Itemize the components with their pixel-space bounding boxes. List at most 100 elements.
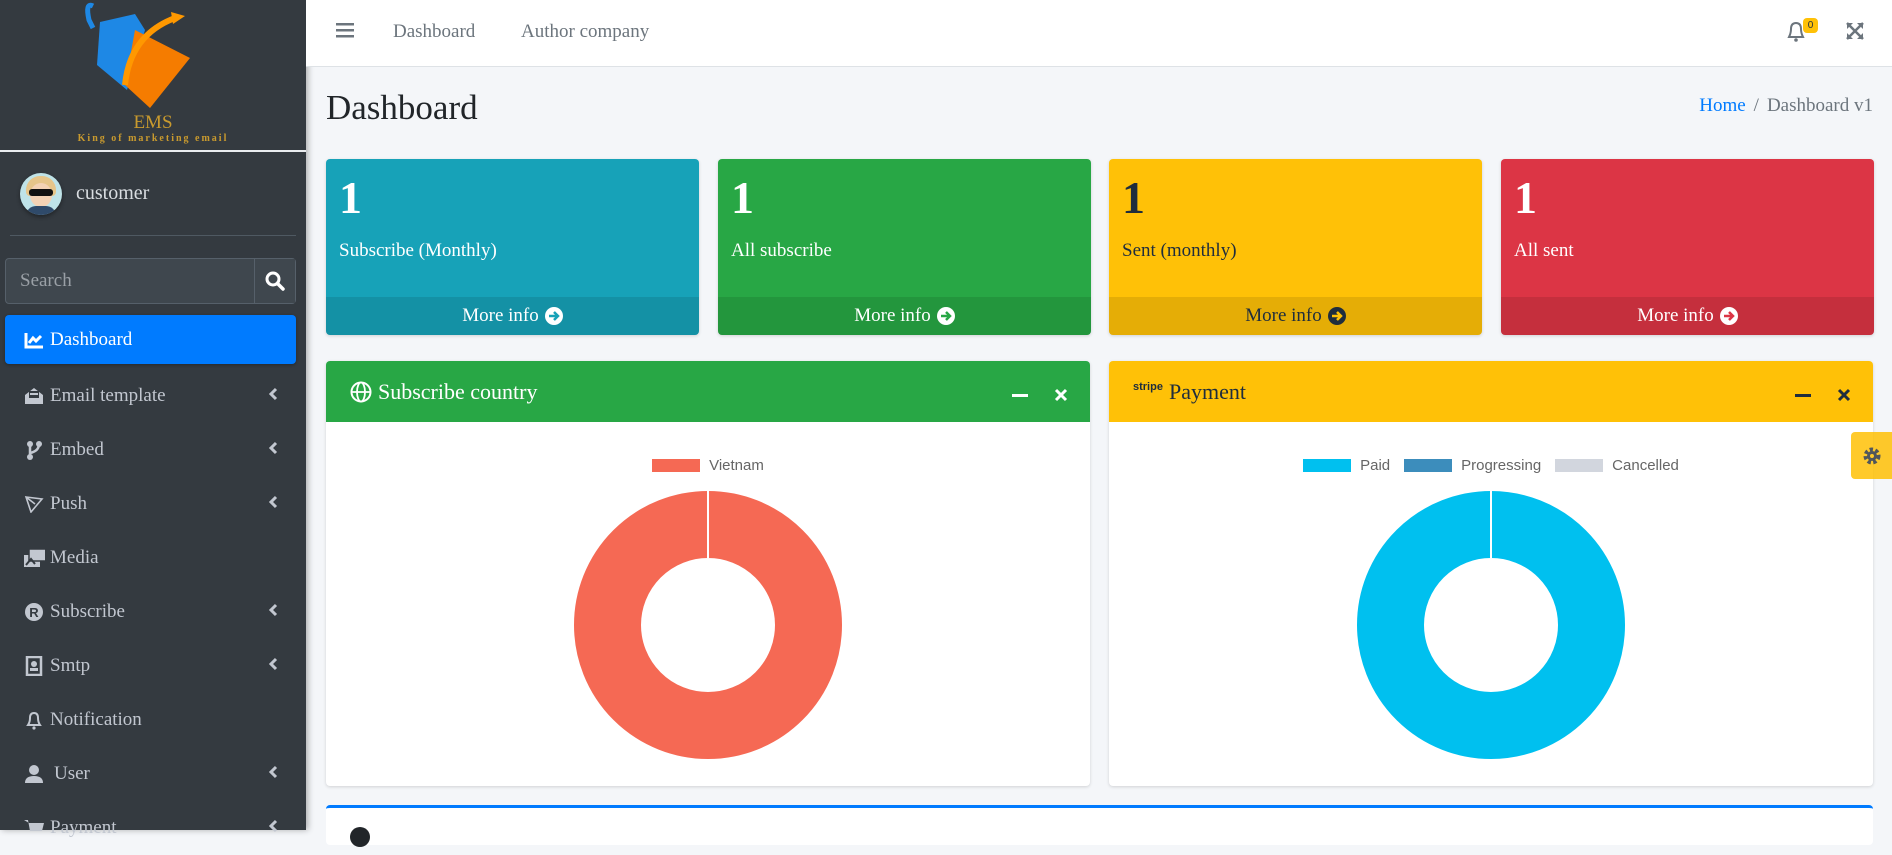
- card-header: Subscribe country: [326, 361, 1090, 422]
- sidebar-item-payment[interactable]: Payment: [5, 801, 296, 855]
- sidebar-item-embed[interactable]: Embed: [5, 423, 296, 477]
- breadcrumb: Home / Dashboard v1: [1699, 95, 1873, 117]
- legend-swatch: [1303, 459, 1352, 472]
- legend-item[interactable]: Cancelled: [1555, 457, 1679, 474]
- close-icon[interactable]: [1054, 383, 1068, 409]
- code-branch-icon: [23, 440, 45, 460]
- breadcrumb-separator: /: [1753, 95, 1759, 116]
- arrow-circle-right-icon: [936, 307, 955, 325]
- more-info-link[interactable]: More info: [718, 297, 1091, 335]
- sidebar-nav: Dashboard Email template Embed Push Medi…: [5, 315, 296, 855]
- chevron-left-icon: [268, 763, 278, 785]
- collapse-icon[interactable]: [1012, 383, 1028, 409]
- sidebar-item-label: Smtp: [50, 655, 91, 676]
- envelope-open-icon: [23, 386, 45, 406]
- sidebar: EMS King of marketing email customer Das…: [0, 0, 306, 838]
- stat-label: All subscribe: [731, 240, 832, 261]
- stat-label: Sent (monthly): [1122, 240, 1237, 261]
- sidebar-item-user[interactable]: User: [5, 747, 296, 801]
- chevron-left-icon: [268, 439, 278, 461]
- sidebar-item-email-template[interactable]: Email template: [5, 369, 296, 423]
- nav-link-dashboard[interactable]: Dashboard: [393, 21, 475, 43]
- registered-icon: R: [23, 602, 45, 622]
- search-icon: [265, 271, 285, 291]
- legend-label: Paid: [1360, 457, 1391, 474]
- stat-label: Subscribe (Monthly): [339, 240, 497, 261]
- stat-value: 1: [339, 172, 362, 223]
- chevron-left-icon: [268, 601, 278, 623]
- sidebar-item-subscribe[interactable]: R Subscribe: [5, 585, 296, 639]
- card-header: stripe Payment: [1109, 361, 1873, 422]
- legend-item[interactable]: Paid: [1303, 457, 1390, 474]
- card-title: Payment: [1168, 378, 1246, 404]
- payment-card: stripe Payment Paid Progressing Cancelled: [1109, 361, 1873, 786]
- notification-badge: 0: [1803, 18, 1818, 33]
- legend-swatch: [1404, 459, 1453, 472]
- user-panel[interactable]: customer: [10, 152, 296, 236]
- logo-icon: [85, 2, 190, 108]
- sidebar-item-notification[interactable]: Notification: [5, 693, 296, 747]
- sidebar-item-label: Embed: [50, 439, 104, 460]
- avatar: [20, 172, 62, 215]
- payment-donut-chart: [1357, 491, 1625, 759]
- more-info-link[interactable]: More info: [1109, 297, 1482, 335]
- nav-link-author-company[interactable]: Author company: [521, 21, 649, 43]
- stat-box-all-sent: 1 All sent More info: [1501, 159, 1874, 335]
- sidebar-item-push[interactable]: Push: [5, 477, 296, 531]
- search-input[interactable]: [6, 259, 254, 303]
- sidebar-item-label: Notification: [50, 709, 142, 730]
- sidebar-item-label: User: [54, 763, 90, 784]
- sidebar-item-media[interactable]: Media: [5, 531, 296, 585]
- more-info-label: More info: [462, 305, 539, 326]
- legend-label: Cancelled: [1612, 457, 1679, 474]
- stat-value: 1: [1514, 172, 1537, 223]
- brand-tagline: King of marketing email: [77, 133, 229, 144]
- chart-legend: Vietnam: [326, 457, 1090, 474]
- subscribe-country-card: Subscribe country Vietnam: [326, 361, 1090, 786]
- chart-legend: Paid Progressing Cancelled: [1109, 457, 1873, 474]
- sidebar-item-label: Email template: [50, 385, 166, 406]
- sidebar-item-dashboard[interactable]: Dashboard: [5, 315, 296, 364]
- pie-chart-icon: [350, 827, 370, 847]
- collapse-icon[interactable]: [1795, 383, 1811, 409]
- country-donut-chart: [574, 491, 842, 759]
- brand-name: EMS: [133, 112, 173, 133]
- legend-item[interactable]: Vietnam: [652, 457, 764, 474]
- more-info-label: More info: [1245, 305, 1322, 326]
- stat-box-all-subscribe: 1 All subscribe More info: [718, 159, 1091, 335]
- bottom-card: [326, 805, 1873, 847]
- user-icon: [23, 764, 45, 784]
- top-navbar: Dashboard Author company 0: [306, 0, 1892, 67]
- close-icon[interactable]: [1837, 383, 1851, 409]
- arrow-circle-right-icon: [1327, 307, 1346, 325]
- search-button[interactable]: [254, 259, 295, 303]
- chevron-left-icon: [268, 385, 278, 407]
- more-info-label: More info: [854, 305, 931, 326]
- stat-value: 1: [731, 172, 754, 223]
- more-info-link[interactable]: More info: [326, 297, 699, 335]
- stat-box-subscribe-monthly: 1 Subscribe (Monthly) More info: [326, 159, 699, 335]
- more-info-label: More info: [1637, 305, 1714, 326]
- legend-label: Progressing: [1461, 457, 1542, 474]
- hamburger-menu-icon[interactable]: [336, 22, 354, 43]
- legend-item[interactable]: Progressing: [1404, 457, 1541, 474]
- sidebar-item-smtp[interactable]: Smtp: [5, 639, 296, 693]
- stat-box-sent-monthly: 1 Sent (monthly) More info: [1109, 159, 1482, 335]
- more-info-link[interactable]: More info: [1501, 297, 1874, 335]
- legend-swatch: [652, 459, 701, 472]
- brand-logo[interactable]: EMS King of marketing email: [0, 0, 306, 152]
- arrow-circle-right-icon: [1719, 307, 1738, 325]
- sidebar-item-label: Subscribe: [50, 601, 125, 622]
- legend-swatch: [1555, 459, 1604, 472]
- bell-icon: [23, 710, 45, 730]
- breadcrumb-home[interactable]: Home: [1699, 95, 1745, 116]
- chevron-left-icon: [268, 817, 278, 839]
- cart-icon: [23, 818, 45, 838]
- card-title: Subscribe country: [378, 378, 538, 404]
- fullscreen-icon[interactable]: [1846, 22, 1864, 45]
- arrow-circle-right-icon: [544, 307, 563, 325]
- sidebar-item-label: Push: [50, 493, 87, 514]
- address-book-icon: [23, 656, 45, 676]
- stripe-icon: stripe: [1133, 380, 1163, 393]
- control-sidebar-toggle[interactable]: [1851, 432, 1892, 479]
